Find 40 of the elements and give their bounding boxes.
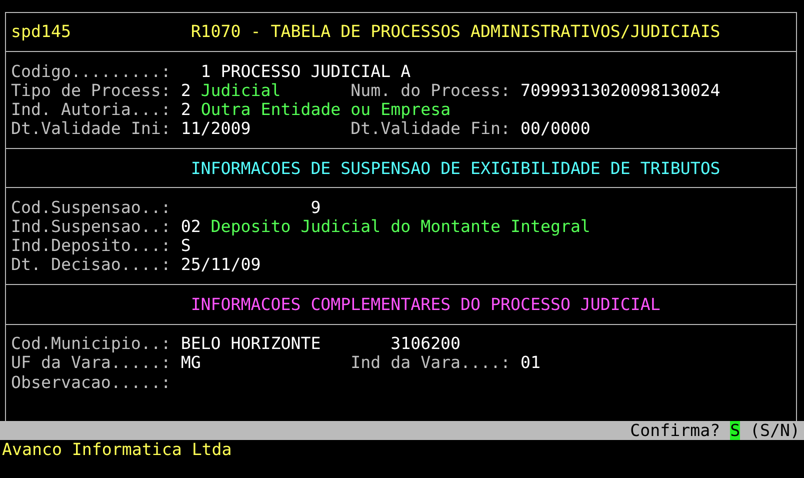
field-description: Outra Entidade ou Empresa — [200, 100, 451, 120]
field-label: Dt.Validade Fin: — [350, 119, 512, 138]
field-description: Deposito Judicial do Montante Integral — [210, 217, 590, 236]
field-label: Ind da Vara....: — [350, 353, 512, 373]
field-label: Observacao.....: — [11, 372, 172, 392]
field-value: 00/0000 — [520, 119, 590, 138]
field-value: MG — [180, 353, 201, 373]
field-label: Num. do Process: — [350, 80, 512, 100]
field-label: Ind. Autoria...: — [11, 100, 172, 120]
field-value: 25/11/09 — [180, 255, 261, 275]
field-code: 2 — [180, 100, 191, 120]
field-value: BELO HORIZONTE — [180, 334, 321, 354]
field-code: 02 — [180, 217, 201, 236]
section-title: INFORMACOES COMPLEMENTARES DO PROCESSO JUDICIAL — [190, 294, 660, 314]
field-value: 9 — [310, 198, 321, 218]
prompt-options: (S/N) — [750, 420, 800, 440]
field-label: Dt.Validade Ini: — [11, 119, 172, 138]
field-value: PROCESSO JUDICIAL A — [220, 62, 411, 81]
field-code: 1 — [200, 62, 211, 81]
field-label: Cod.Suspensao..: — [11, 198, 172, 218]
field-code: 2 — [180, 80, 191, 100]
field-label: UF da Vara.....: — [11, 353, 172, 373]
field-value: 70999313020098130024 — [520, 80, 720, 100]
field-value: S — [180, 236, 191, 256]
field-description: Judicial — [200, 80, 281, 100]
field-label: Tipo de Process: — [11, 80, 172, 100]
field-value: 11/2009 — [180, 119, 251, 138]
field-label: Dt. Decisao....: — [11, 255, 172, 275]
field-code: 3106200 — [390, 334, 461, 354]
field-label: Ind.Deposito...: — [11, 236, 172, 256]
answer-field[interactable]: S — [730, 420, 740, 440]
field-label: Ind.Suspensao..: — [11, 217, 172, 236]
section-title: INFORMACOES DE SUSPENSAO DE EXIGIBILIDADE DE TRIBUTOS — [190, 158, 720, 178]
company-name: Avanco Informatica Ltda — [2, 440, 232, 459]
prompt-label: Confirma? — [630, 420, 720, 440]
field-value: 01 — [520, 353, 540, 373]
field-label: Cod.Municipio..: — [11, 334, 172, 354]
field-label: Codigo.........: — [11, 62, 172, 81]
program-code: spd145 — [11, 22, 72, 42]
screen-title: R1070 - TABELA DE PROCESSOS ADMINISTRATIVOS/JUDICIAIS — [190, 22, 720, 42]
